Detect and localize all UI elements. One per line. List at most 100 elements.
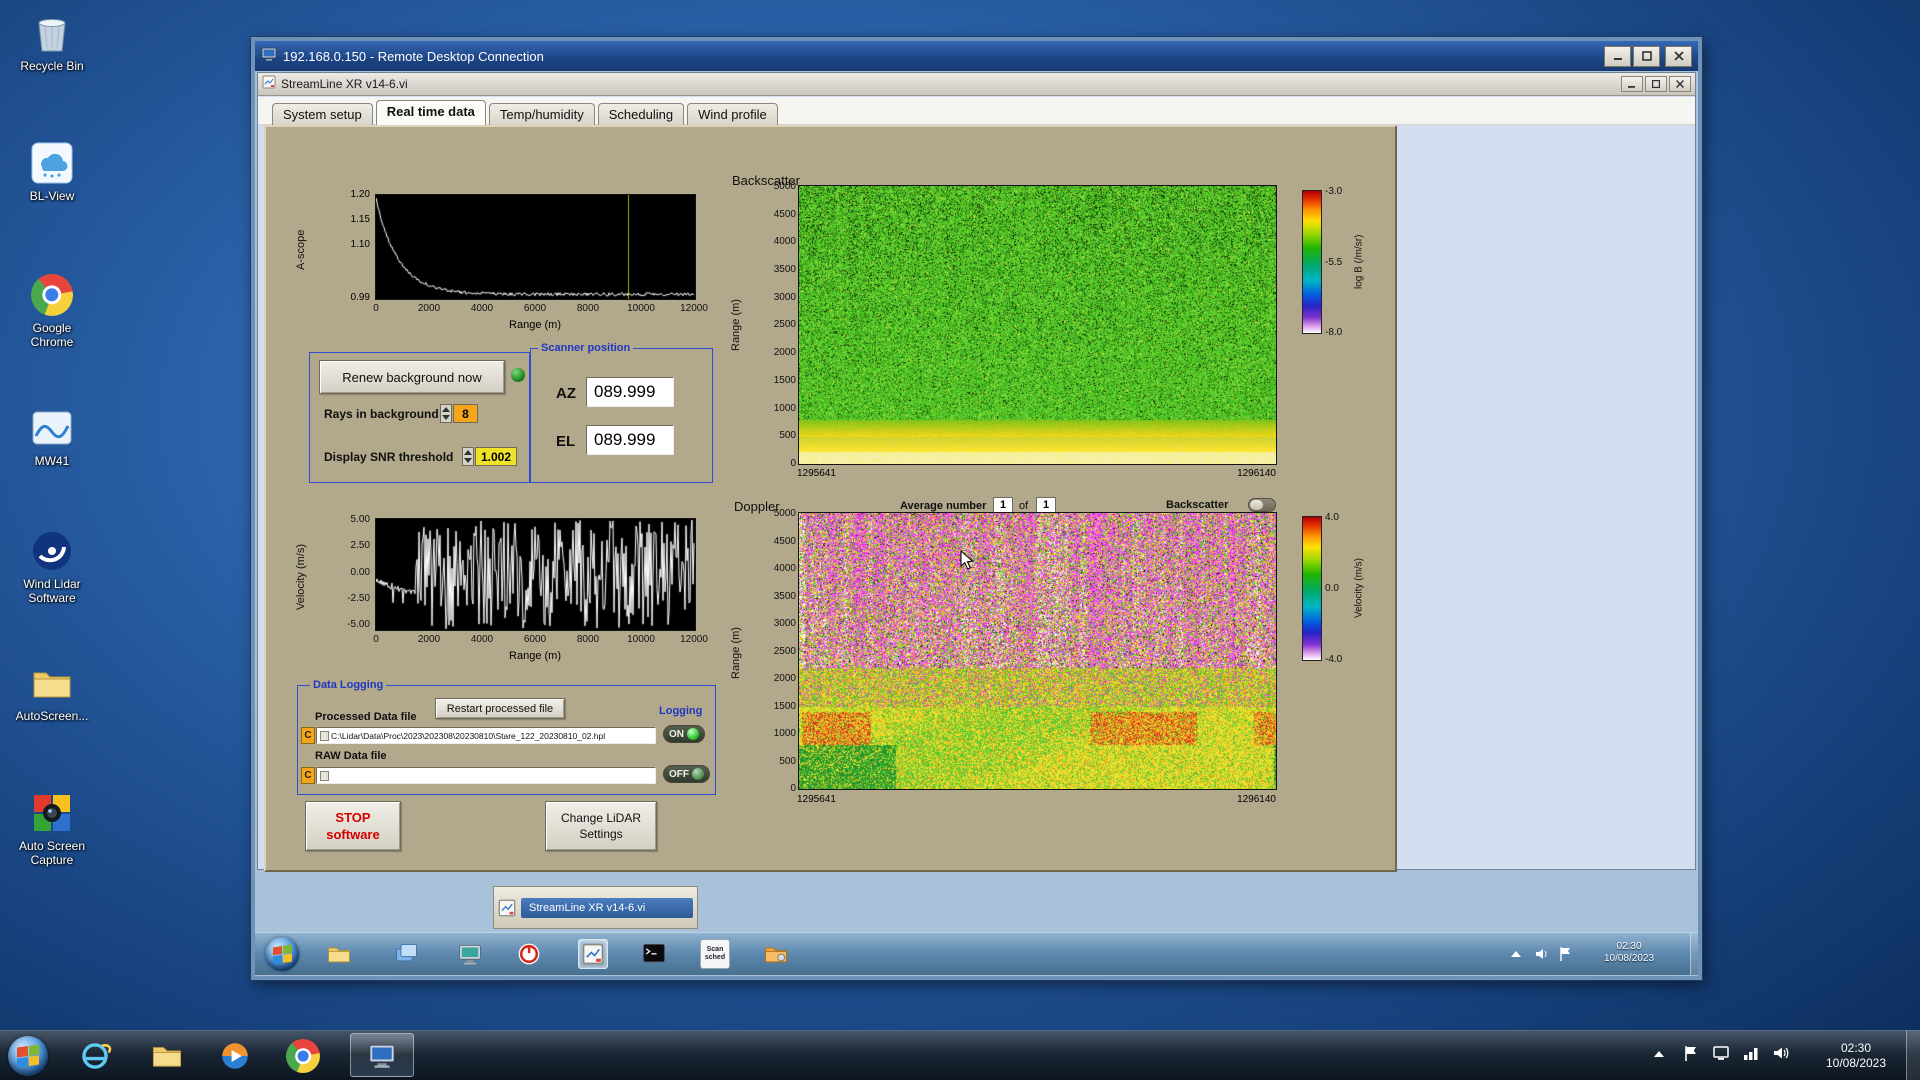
el-field[interactable]: 089.999 [586,425,674,455]
remote-taskbar-power-icon[interactable] [514,939,544,969]
remote-task-button-label: StreamLine XR v14-6.vi [521,898,693,918]
file-icon [320,771,329,781]
tick-label: 1000 [774,728,796,739]
desktop-icon-wind-lidar[interactable]: Wind Lidar Software [8,528,96,605]
desktop-icon-auto-screen-capture[interactable]: Auto Screen Capture [8,790,96,867]
host-tray-network-icon[interactable] [1742,1044,1760,1062]
average-number-field[interactable]: 1 [993,497,1013,513]
windows-flag-icon [17,1044,39,1067]
remote-taskbar-display-icon[interactable] [455,939,485,969]
backscatter-toggle[interactable] [1248,498,1276,512]
tick-label: 0.99 [324,292,370,303]
snr-spinner[interactable] [462,447,474,466]
tick-label: 2500 [774,319,796,330]
rdp-titlebar: 192.168.0.150 - Remote Desktop Connectio… [255,41,1698,71]
host-tray-volume-icon[interactable] [1772,1044,1790,1062]
renew-background-button[interactable]: Renew background now [319,360,505,394]
remote-show-desktop-button[interactable] [1690,933,1698,975]
rdp-minimize-button[interactable] [1604,46,1631,67]
tick-label: 3000 [774,618,796,629]
background-led [511,368,525,382]
tick-label: 5.00 [351,514,370,525]
raw-path-field[interactable] [316,767,656,784]
tick-label: 4000 [462,303,502,314]
backscatter-y-axis-label: Range (m) [730,275,742,375]
host-taskbar-explorer-icon[interactable] [148,1037,186,1075]
labview-minimize-button[interactable] [1621,76,1643,92]
processed-logging-toggle[interactable]: ON [663,725,705,743]
remote-taskbar-labview-icon[interactable] [578,939,608,969]
remote-tray-flag-icon[interactable] [1558,946,1574,962]
tick-label: 0 [790,458,796,469]
host-clock[interactable]: 02:30 10/08/2023 [1812,1041,1900,1071]
tick-label: 8000 [568,634,608,645]
remote-taskbar-scan-sched-icon[interactable]: Scan sched [700,939,730,969]
host-taskbar-media-player-icon[interactable] [216,1037,254,1075]
tick-label: 2.50 [351,540,370,551]
velocity-y-axis-label: Velocity (m/s) [294,527,308,627]
host-taskbar-rdp-task[interactable] [350,1033,414,1077]
settings-line1: Change LiDAR [561,810,641,826]
host-tray-up-arrow-icon[interactable] [1652,1048,1666,1060]
remote-task-button[interactable]: StreamLine XR v14-6.vi [493,886,698,929]
raw-logging-toggle[interactable]: OFF [663,765,710,783]
backscatter-colorbar-ticks: -3.0 -5.5 -8.0 [1325,186,1351,338]
rays-spinner[interactable] [440,404,452,423]
host-tray-display-icon[interactable] [1712,1044,1730,1062]
snr-value-field[interactable]: 1.002 [475,447,517,466]
desktop-icon-mw41[interactable]: MW41 [8,405,96,468]
tick-label: 2500 [774,646,796,657]
rdp-close-button[interactable] [1665,46,1692,67]
tab-scheduling[interactable]: Scheduling [598,103,684,125]
remote-tray-volume-icon[interactable] [1534,946,1550,962]
host-taskbar-ie-icon[interactable] [76,1037,114,1075]
processed-drive-box[interactable]: C [301,727,315,744]
remote-start-button[interactable] [265,937,299,971]
tab-wind-profile[interactable]: Wind profile [687,103,778,125]
tab-real-time-data[interactable]: Real time data [376,100,486,125]
desktop-icon-recycle-bin[interactable]: Recycle Bin [8,10,96,73]
stop-line2: software [326,826,379,843]
stop-software-button[interactable]: STOP software [305,801,401,851]
tick-label: 10000 [621,303,661,314]
remote-taskbar-folder-icon[interactable] [324,939,354,969]
tab-system-setup[interactable]: System setup [272,103,373,125]
remote-taskbar-files-icon[interactable] [761,939,791,969]
rdp-maximize-button[interactable] [1633,46,1660,67]
desktop-icon-google-chrome[interactable]: Google Chrome [8,272,96,349]
restart-processed-file-button[interactable]: Restart processed file [435,698,565,719]
host-show-desktop-button[interactable] [1906,1030,1920,1080]
desktop-icon-bl-view[interactable]: BL-View [8,140,96,203]
remote-tray-up-arrow-icon[interactable] [1510,949,1522,959]
doppler-colorbar-label: Velocity (m/s) [1353,527,1365,649]
tick-label: 1500 [774,375,796,386]
host-start-button[interactable] [8,1036,48,1076]
tick-label: 3500 [774,591,796,602]
remote-clock[interactable]: 02:30 10/08/2023 [1585,941,1673,965]
remote-taskbar: Scan sched 02:30 10/08/2023 [255,932,1698,975]
tab-temp-humidity[interactable]: Temp/humidity [489,103,595,125]
desktop-icon-autoscreen[interactable]: AutoScreen... [8,660,96,723]
remote-taskbar-cmd-icon[interactable] [639,939,669,969]
icon-label: Auto Screen Capture [12,839,92,867]
labview-close-button[interactable] [1669,76,1691,92]
ascope-x-ticks: 0 2000 4000 6000 8000 10000 12000 [356,303,714,314]
az-field[interactable]: 089.999 [586,377,674,407]
host-clock-date: 10/08/2023 [1812,1056,1900,1071]
tick-label: 1500 [774,701,796,712]
tick-label: 4000 [774,563,796,574]
average-total-field[interactable]: 1 [1036,497,1056,513]
remote-taskbar-windows-icon[interactable] [392,939,422,969]
change-lidar-settings-button[interactable]: Change LiDAR Settings [545,801,657,851]
doppler-y-ticks: 5000 4500 4000 3500 3000 2500 2000 1500 1000 500 0 [748,508,796,794]
raw-data-file-label: RAW Data file [315,750,387,762]
host-tray-flag-icon[interactable] [1682,1044,1700,1062]
labview-maximize-button[interactable] [1645,76,1667,92]
raw-drive-box[interactable]: C [301,767,315,784]
tick-label: 1.15 [324,214,370,225]
rays-value-field[interactable]: 8 [453,404,478,423]
host-taskbar-chrome-icon[interactable] [284,1037,322,1075]
processed-path-field[interactable]: C:\Lidar\Data\Proc\2023\202308\20230810\… [316,727,656,744]
tick-label: 4500 [774,209,796,220]
tick-label: 4000 [462,634,502,645]
